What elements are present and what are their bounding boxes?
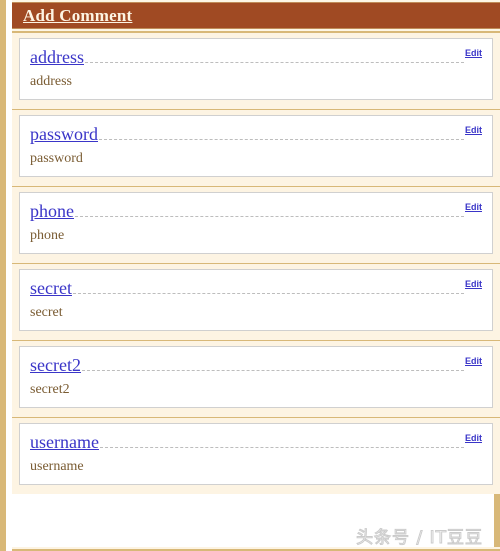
dotted-separator — [84, 62, 464, 63]
edit-link[interactable]: Edit — [465, 356, 482, 366]
dotted-separator — [72, 293, 464, 294]
comment-field-title-row: username Edit — [30, 432, 482, 456]
comment-field-description: username — [30, 459, 84, 474]
comment-field-description: phone — [30, 228, 65, 243]
comment-field-card: secret2 Edit secret2 — [12, 340, 500, 417]
edit-link[interactable]: Edit — [465, 125, 482, 135]
comment-field-title-link[interactable]: password — [30, 124, 98, 145]
comment-field-list: address Edit address password Edit password ph… — [12, 31, 500, 494]
dotted-separator — [75, 216, 464, 217]
comment-field-title-row: secret2 Edit — [30, 355, 482, 379]
comment-field-panel: phone Edit phone — [19, 192, 493, 254]
edit-link[interactable]: Edit — [465, 279, 482, 289]
comment-field-card: secret Edit secret — [12, 263, 500, 340]
edit-link[interactable]: Edit — [465, 202, 482, 212]
comment-field-description: secret — [30, 305, 63, 320]
comment-field-card: password Edit password — [12, 109, 500, 186]
comment-field-description: address — [30, 74, 72, 89]
comment-field-panel: secret Edit secret — [19, 269, 493, 331]
comment-field-panel: secret2 Edit secret2 — [19, 346, 493, 408]
watermark-text: 头条号 / IT豆豆 — [356, 528, 483, 549]
comment-field-title-link[interactable]: phone — [30, 201, 74, 222]
comment-field-title-link[interactable]: address — [30, 47, 84, 68]
edit-link[interactable]: Edit — [465, 48, 482, 58]
comment-field-title-row: address Edit — [30, 47, 482, 71]
page-header-bar: Add Comment — [12, 2, 500, 29]
comment-field-title-link[interactable]: secret2 — [30, 355, 81, 376]
page-bottom-edge — [12, 547, 500, 551]
comment-field-description: password — [30, 151, 83, 166]
page-frame: Add Comment address Edit address password Ed… — [0, 0, 500, 551]
comment-field-title-link[interactable]: secret — [30, 278, 72, 299]
comment-field-title-row: secret Edit — [30, 278, 482, 302]
comment-field-title-link[interactable]: username — [30, 432, 99, 453]
comment-field-description: secret2 — [30, 382, 70, 397]
comment-field-title-row: password Edit — [30, 124, 482, 148]
comment-field-title-row: phone Edit — [30, 201, 482, 225]
comment-field-panel: username Edit username — [19, 423, 493, 485]
comment-field-card: phone Edit phone — [12, 186, 500, 263]
comment-field-card: address Edit address — [12, 31, 500, 109]
comment-field-panel: address Edit address — [19, 38, 493, 100]
dotted-separator — [81, 370, 464, 371]
edit-link[interactable]: Edit — [465, 433, 482, 443]
dotted-separator — [99, 139, 464, 140]
comment-field-panel: password Edit password — [19, 115, 493, 177]
comment-field-card: username Edit username — [12, 417, 500, 494]
page-title: Add Comment — [23, 6, 133, 25]
dotted-separator — [99, 447, 464, 448]
